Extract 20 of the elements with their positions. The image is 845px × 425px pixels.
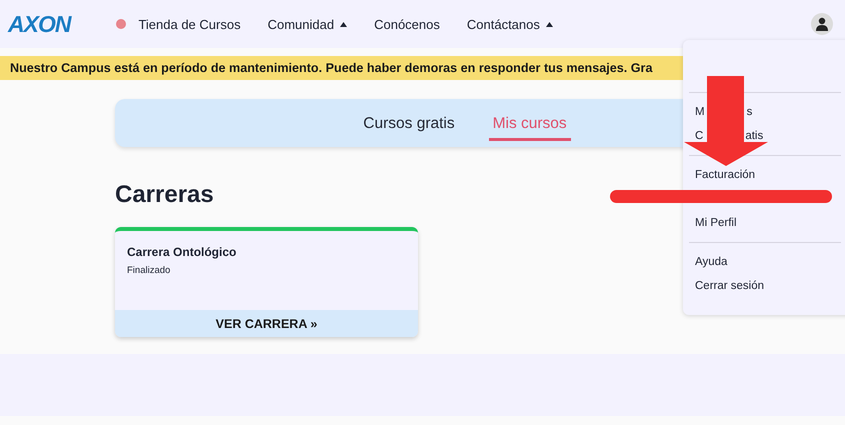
nav-link[interactable]: Contáctanos (466, 16, 540, 32)
menu-item[interactable]: Cerrar sesión (695, 274, 764, 298)
menu-item[interactable]: Mi Perfil (695, 211, 737, 235)
tab[interactable]: Cursos gratis (359, 109, 459, 141)
menu-item[interactable]: atis (745, 130, 764, 142)
menu-item[interactable]: Facturación (695, 163, 756, 187)
card-title: Carrera Ontológico (127, 245, 238, 259)
view-career-link[interactable]: VER CARRERA » (115, 310, 418, 337)
menu-item[interactable]: s (746, 106, 752, 118)
section-title: Carreras (115, 181, 214, 209)
nav-link[interactable]: Conócenos (374, 16, 440, 32)
user-avatar[interactable] (811, 13, 833, 35)
banner-text: Nuestro Campus está en período de mantenimiento. Puede haber demoras en responder tus mensajes. Gra (10, 61, 652, 75)
menu-item[interactable]: C (695, 130, 704, 142)
card-status: Finalizado (127, 265, 172, 276)
menu-item[interactable]: M (695, 106, 705, 118)
logo[interactable]: AXON (8, 10, 70, 38)
nav-link[interactable]: Comunidad (268, 16, 334, 32)
menu-item[interactable]: Ayuda (695, 250, 728, 274)
nav-link[interactable]: Tienda de Cursos (138, 16, 241, 32)
